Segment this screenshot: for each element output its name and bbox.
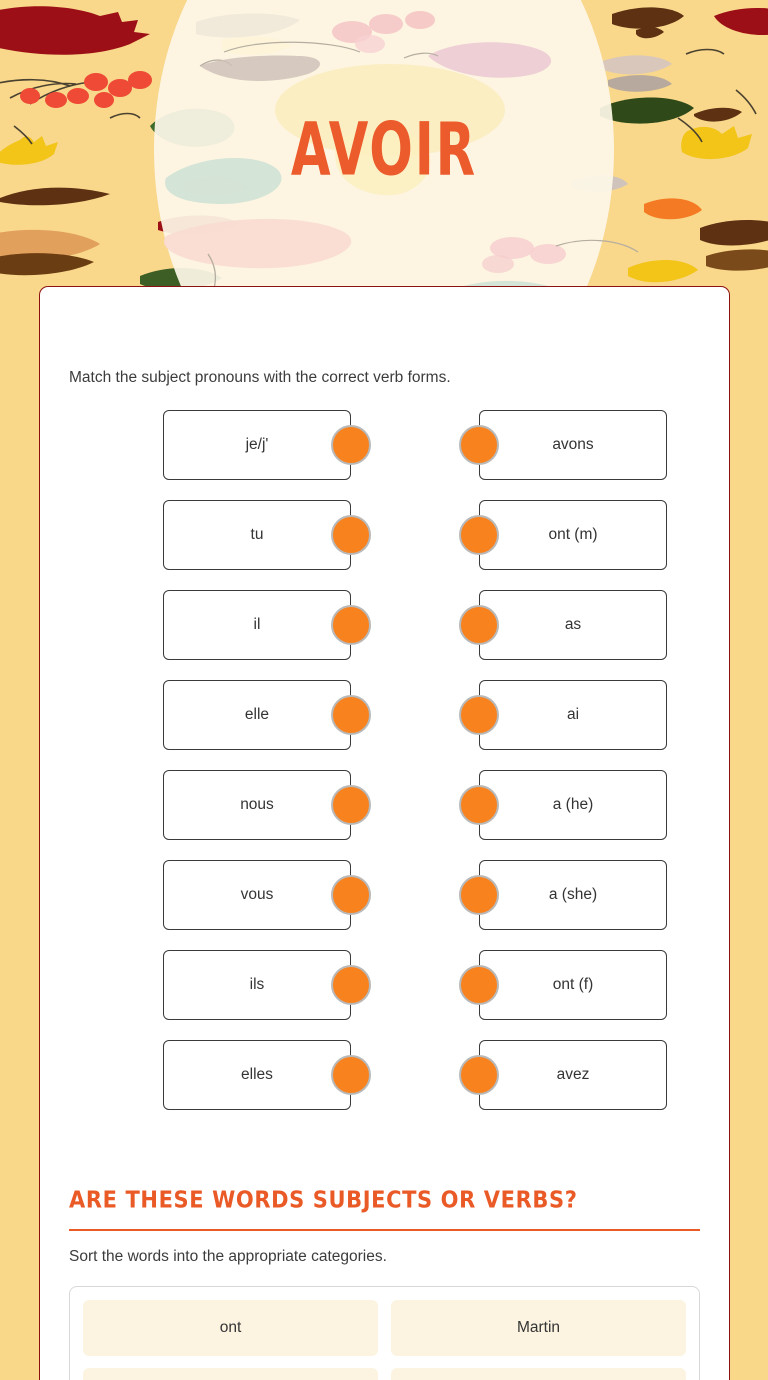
match-right-connector-dot-icon[interactable] [459,1055,499,1096]
match-left-label: nous [240,796,274,814]
sort-word-label: Martin [516,1319,561,1337]
match-left-label: tu [250,526,264,544]
match-right-item[interactable]: ont (m) [479,500,667,571]
match-right-connector-dot-icon[interactable] [459,785,499,826]
match-right-item[interactable]: a (she) [479,860,667,931]
sort-word-tile[interactable]: Suzanne [83,1368,378,1380]
page-title-text: AVOIR [290,107,478,193]
match-left-connector-dot-icon[interactable] [331,785,371,826]
match-row: elle ai [69,680,700,770]
match-left-connector-dot-icon[interactable] [331,515,371,556]
match-pairs-list: je/j' avons tu ont (m) il as elle ai nou… [69,410,700,1130]
match-left-item[interactable]: je/j' [163,410,351,481]
match-right-label: avez [556,1066,590,1084]
match-right-label: ont (f) [552,976,594,994]
match-right-connector-dot-icon[interactable] [459,425,499,466]
match-left-item[interactable]: nous [163,770,351,841]
match-row: il as [69,590,700,680]
sort-section-heading: ARE THESE WORDS SUBJECTS OR VERBS? [69,1186,578,1214]
match-left-item[interactable]: tu [163,500,351,571]
section-divider [69,1229,700,1232]
match-row: ils ont (f) [69,950,700,1040]
match-left-label: ils [249,976,265,994]
match-right-label: as [564,616,582,634]
match-left-connector-dot-icon[interactable] [331,965,371,1006]
match-left-connector-dot-icon[interactable] [331,875,371,916]
match-left-connector-dot-icon[interactable] [331,425,371,466]
match-left-label: je/j' [245,436,269,454]
match-right-item[interactable]: ai [479,680,667,751]
match-right-label: ont (m) [548,526,598,544]
match-right-connector-dot-icon[interactable] [459,965,499,1006]
match-right-item[interactable]: avons [479,410,667,481]
sort-word-tile[interactable]: manger [391,1368,686,1380]
match-left-connector-dot-icon[interactable] [331,1055,371,1096]
match-row: nous a (he) [69,770,700,860]
match-right-label: ai [566,706,580,724]
match-left-item[interactable]: ils [163,950,351,1021]
match-right-item[interactable]: avez [479,1040,667,1111]
match-row: je/j' avons [69,410,700,500]
sort-instruction: Sort the words into the appropriate cate… [69,1248,387,1266]
page-title: AVOIR [0,0,768,300]
match-row: tu ont (m) [69,500,700,590]
sort-word-tile[interactable]: ont [83,1300,378,1357]
match-right-connector-dot-icon[interactable] [459,875,499,916]
match-right-connector-dot-icon[interactable] [459,695,499,736]
match-right-label: avons [552,436,594,454]
match-right-label: a (she) [548,886,598,904]
match-instruction: Match the subject pronouns with the corr… [69,369,451,386]
sort-word-tile[interactable]: Martin [391,1300,686,1357]
match-left-item[interactable]: il [163,590,351,661]
match-left-label: elle [244,706,270,724]
match-row: vous a (she) [69,860,700,950]
sort-word-label: ont [219,1319,242,1337]
match-row: elles avez [69,1040,700,1130]
match-left-item[interactable]: elle [163,680,351,751]
match-left-label: elles [241,1066,273,1084]
match-right-item[interactable]: ont (f) [479,950,667,1021]
match-right-connector-dot-icon[interactable] [459,515,499,556]
sort-words-container: ont Martin Suzanne manger [69,1286,700,1380]
match-right-label: a (he) [552,796,594,814]
match-left-connector-dot-icon[interactable] [331,695,371,736]
match-right-connector-dot-icon[interactable] [459,605,499,646]
match-left-label: il [253,616,261,634]
match-left-label: vous [240,886,274,904]
match-left-item[interactable]: vous [163,860,351,931]
worksheet-card: Match the subject pronouns with the corr… [39,286,730,1380]
match-left-connector-dot-icon[interactable] [331,605,371,646]
match-right-item[interactable]: as [479,590,667,661]
match-left-item[interactable]: elles [163,1040,351,1111]
match-right-item[interactable]: a (he) [479,770,667,841]
page-header: AVOIR [0,0,768,300]
